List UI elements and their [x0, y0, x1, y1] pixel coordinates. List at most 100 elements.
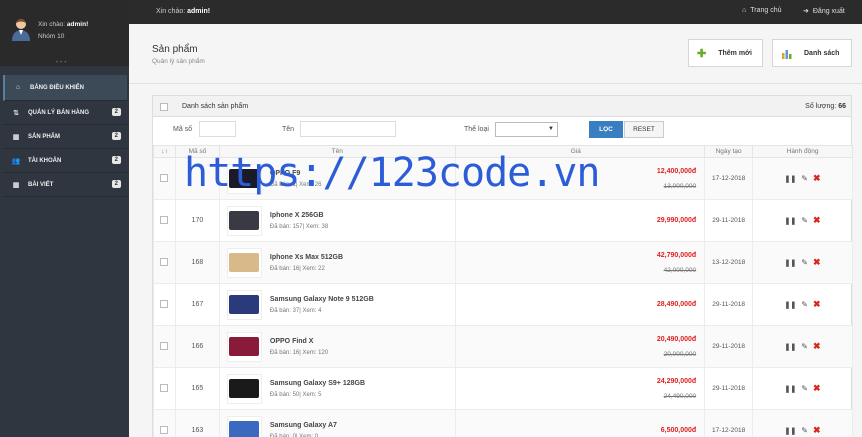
category-select[interactable]: ▼ [495, 122, 558, 137]
product-stats: Đã bán: 50| Xem: 5 [269, 391, 322, 398]
row-checkbox-cell [153, 283, 176, 326]
product-stats: Đã bán: 16| Xem: 22 [269, 265, 325, 272]
product-image[interactable] [226, 247, 262, 278]
table-row[interactable]: 168 Iphone Xs Max 512GB Đã bán: 16| Xem:… [153, 241, 853, 284]
row-checkbox[interactable] [160, 215, 169, 224]
product-image[interactable] [226, 415, 262, 437]
row-checkbox[interactable] [160, 341, 169, 350]
pause-icon[interactable]: ❚❚ [785, 343, 797, 351]
edit-icon[interactable]: ✎ [801, 216, 808, 225]
sidebar-item-products[interactable]: ▦ SẢN PHẨM 2 [3, 125, 127, 149]
row-checkbox[interactable] [160, 173, 169, 182]
home-icon: ⌂ [742, 7, 747, 14]
table-row[interactable]: 170 Iphone X 256GB Đã bán: 157| Xem: 38 … [153, 199, 853, 242]
product-id: 166 [174, 325, 220, 368]
product-image[interactable] [226, 331, 262, 362]
count-badge: 2 [111, 180, 121, 188]
watermark: https://123code.vn [184, 150, 600, 196]
sort-column-header[interactable]: ↓↑ [153, 145, 176, 158]
edit-icon[interactable]: ✎ [801, 300, 808, 309]
pause-icon[interactable]: ❚❚ [785, 385, 797, 393]
logout-icon: ➜ [803, 8, 809, 15]
pause-icon[interactable]: ❚❚ [785, 217, 797, 225]
row-checkbox-cell [153, 241, 176, 284]
logout-link[interactable]: ➜ Đăng xuất [803, 7, 845, 16]
created-date: 29-11-2018 [704, 325, 754, 368]
row-checkbox[interactable] [160, 383, 169, 392]
name-filter-label: Tên [282, 126, 295, 133]
category-filter-label: Thể loại [464, 126, 489, 133]
list-button[interactable]: Danh sách [772, 39, 852, 67]
phone-image [229, 211, 260, 230]
edit-icon[interactable]: ✎ [801, 384, 808, 393]
product-name[interactable]: Iphone X 256GB [270, 212, 328, 219]
main-content: Sản phẩm Quản lý sản phẩm ✚ Thêm mới Dan… [129, 24, 862, 437]
product-name[interactable]: Samsung Galaxy S9+ 128GB [270, 380, 365, 387]
sort-icon: ⇅ [13, 109, 19, 117]
product-name[interactable]: OPPO Find X [270, 338, 328, 345]
delete-icon[interactable]: ✖ [813, 299, 821, 310]
delete-icon[interactable]: ✖ [813, 257, 821, 268]
chevron-down-icon: ▼ [548, 126, 554, 132]
reset-button[interactable]: RESET [624, 121, 664, 138]
page-header: Sản phẩm Quản lý sản phẩm ✚ Thêm mới Dan… [129, 24, 862, 84]
pause-icon[interactable]: ❚❚ [785, 427, 797, 435]
id-filter-label: Mã số [173, 126, 193, 133]
add-new-button[interactable]: ✚ Thêm mới [688, 39, 763, 67]
plus-icon: ✚ [697, 47, 707, 60]
table-row[interactable]: 167 Samsung Galaxy Note 9 512GB Đã bán: … [153, 283, 853, 326]
product-stats: Đã bán: 0| Xem: 0 [269, 433, 319, 437]
product-name[interactable]: Samsung Galaxy A7 [270, 422, 337, 429]
sidebar: Xin chào: admin! Nhóm 10 ••• ⌂ BẢNG ĐIỀU… [0, 0, 129, 437]
delete-icon[interactable]: ✖ [813, 383, 821, 394]
table-row[interactable]: 166 OPPO Find X Đã bán: 16| Xem: 120 20,… [153, 325, 853, 368]
old-price: 24,490,000 [663, 392, 697, 400]
product-image[interactable] [226, 289, 262, 320]
select-all-checkbox[interactable] [160, 103, 168, 111]
product-image[interactable] [226, 205, 262, 236]
product-id: 163 [174, 409, 220, 437]
table-row[interactable]: 165 Samsung Galaxy S9+ 128GB Đã bán: 50|… [153, 367, 853, 410]
name-filter-input[interactable] [300, 121, 396, 137]
delete-icon[interactable]: ✖ [813, 341, 821, 352]
price-cell: 29,990,000đ [454, 199, 706, 242]
delete-icon[interactable]: ✖ [813, 215, 821, 226]
product-image[interactable] [226, 373, 262, 404]
action-cell: ❚❚ ✎ ✖ [752, 241, 853, 284]
delete-icon[interactable]: ✖ [813, 173, 821, 184]
created-date: 29-11-2018 [704, 367, 754, 410]
product-name[interactable]: Iphone Xs Max 512GB [270, 254, 343, 261]
id-filter-input[interactable] [199, 121, 236, 137]
date-column-header[interactable]: Ngày tạo [704, 145, 754, 158]
product-cell: OPPO Find X Đã bán: 16| Xem: 120 [218, 325, 456, 368]
action-column-header: Hành động [752, 145, 853, 158]
home-link-label: Trang chủ [750, 7, 782, 14]
pause-icon[interactable]: ❚❚ [785, 301, 797, 309]
product-name[interactable]: Samsung Galaxy Note 9 512GB [270, 296, 374, 303]
product-cell: Samsung Galaxy A7 Đã bán: 0| Xem: 0 [218, 409, 456, 437]
product-count: Số lượng: 66 [805, 103, 846, 110]
filter-button[interactable]: LỌC [589, 121, 623, 138]
home-link[interactable]: ⌂ Trang chủ [742, 7, 782, 14]
edit-icon[interactable]: ✎ [801, 342, 808, 351]
edit-icon[interactable]: ✎ [801, 174, 808, 183]
sidebar-item-sales[interactable]: ⇅ QUẢN LÝ BÁN HÀNG 2 [3, 101, 127, 125]
pause-icon[interactable]: ❚❚ [785, 175, 797, 183]
row-checkbox[interactable] [160, 425, 169, 434]
sidebar-item-dashboard[interactable]: ⌂ BẢNG ĐIỀU KHIỂN [3, 75, 127, 101]
delete-icon[interactable]: ✖ [813, 425, 821, 436]
created-date: 17-12-2018 [704, 157, 754, 200]
row-checkbox[interactable] [160, 299, 169, 308]
old-price: 20,000,000 [663, 350, 697, 358]
table-row[interactable]: 163 Samsung Galaxy A7 Đã bán: 0| Xem: 0 … [153, 409, 853, 437]
product-id: 167 [174, 283, 220, 326]
list-label: Danh sách [804, 49, 840, 57]
row-checkbox[interactable] [160, 257, 169, 266]
edit-icon[interactable]: ✎ [801, 258, 808, 267]
sidebar-item-accounts[interactable]: 👥 TÀI KHOẢN 2 [3, 149, 127, 173]
pause-icon[interactable]: ❚❚ [785, 259, 797, 267]
panel-header: Danh sách sản phẩm Số lượng: 66 [153, 96, 851, 117]
sidebar-item-posts[interactable]: ▦ BÀI VIẾT 2 [3, 173, 127, 197]
bar-chart-icon [782, 49, 792, 59]
edit-icon[interactable]: ✎ [801, 426, 808, 435]
